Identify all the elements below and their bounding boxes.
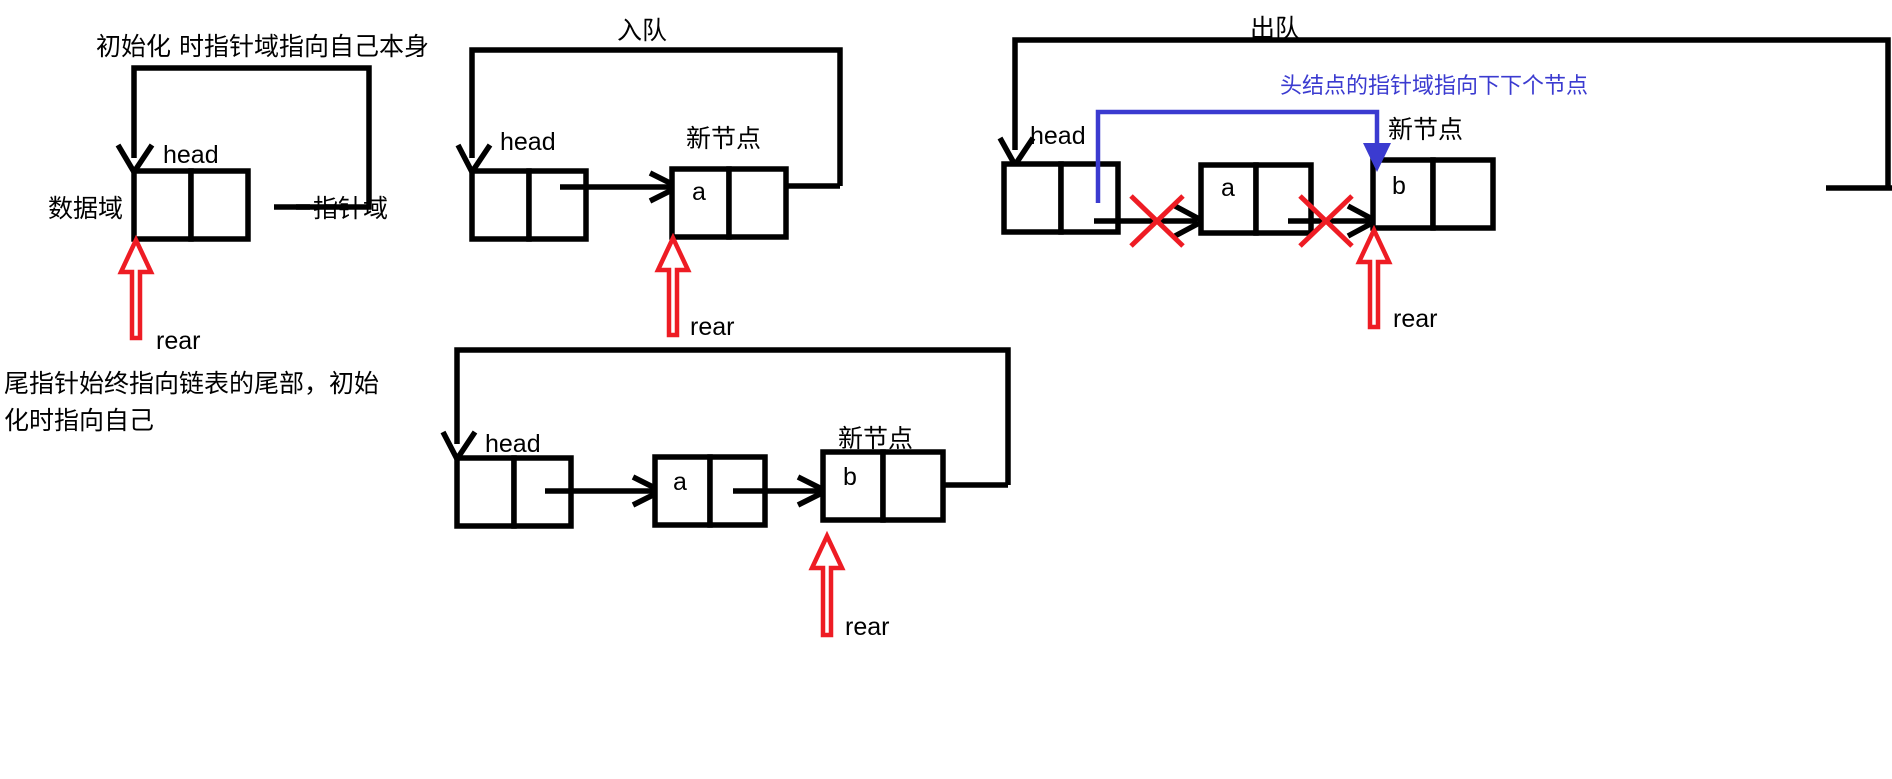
enq1-loop-path bbox=[469, 47, 843, 186]
init-self-loop-path bbox=[131, 65, 372, 210]
enq2-head-label: head bbox=[485, 430, 541, 458]
deq-head-pointer-cell bbox=[1058, 161, 1121, 235]
enq2-loop-arrowhead bbox=[440, 430, 478, 465]
init-head-label: head bbox=[163, 141, 219, 169]
enq2-node-b-pointer-cell bbox=[880, 449, 946, 523]
enq2-node-a-pointer-cell bbox=[707, 454, 768, 528]
enq1-link-head-a-arrowhead bbox=[648, 170, 685, 204]
enq1-rear-label: rear bbox=[690, 313, 735, 341]
enq1-loop-arrowhead bbox=[455, 143, 493, 178]
tail-pointer-note-line1: 尾指针始终指向链表的尾部，初始 bbox=[4, 369, 380, 398]
enq2-node-b-value: b bbox=[843, 463, 857, 491]
deq-blue-relink-path bbox=[1095, 109, 1380, 203]
panel-enqueue1-graphics bbox=[455, 47, 843, 338]
init-head-data-cell bbox=[131, 168, 194, 242]
deq-node-a-pointer-cell bbox=[1253, 162, 1314, 236]
dequeue-blue-annotation: 头结点的指针域指向下下个节点 bbox=[1280, 74, 1589, 99]
enq1-head-pointer-cell bbox=[526, 168, 589, 242]
enq2-head-data-cell bbox=[454, 455, 517, 529]
deq-head-label: head bbox=[1030, 122, 1086, 150]
deq-node-a-value: a bbox=[1221, 174, 1235, 202]
init-rear-label: rear bbox=[156, 327, 201, 355]
deq-new-node-label: 新节点 bbox=[1388, 115, 1464, 144]
deq-link-a-b-arrowhead bbox=[1346, 203, 1382, 239]
deq-rear-label: rear bbox=[1393, 305, 1438, 333]
enq2-link-a-b-arrowhead bbox=[796, 474, 833, 508]
init-rear-arrow bbox=[117, 234, 155, 341]
deq-cross-mark-1 bbox=[1129, 194, 1185, 248]
panel-dequeue-title: 出队 bbox=[1250, 14, 1301, 43]
enq1-head-data-cell bbox=[469, 168, 532, 242]
enq1-node-a-pointer-cell bbox=[726, 166, 789, 240]
enq2-link-head-a-arrowhead bbox=[631, 474, 668, 508]
tail-pointer-note-line2: 化时指向自己 bbox=[4, 406, 155, 435]
deq-node-b-pointer-cell bbox=[1430, 157, 1496, 231]
deq-head-data-cell bbox=[1001, 161, 1064, 235]
deq-rear-arrow bbox=[1355, 224, 1393, 330]
enq1-new-node-label: 新节点 bbox=[686, 124, 762, 153]
deq-link-head-a-arrowhead bbox=[1173, 203, 1209, 239]
enq2-loop-path bbox=[454, 347, 1011, 485]
enq2-new-node-label: 新节点 bbox=[838, 424, 914, 453]
enq2-head-pointer-cell bbox=[511, 455, 574, 529]
panel-init-title: 初始化 时指针域指向自己本身 bbox=[96, 32, 429, 61]
init-loop-arrowhead bbox=[115, 143, 155, 178]
deq-blue-relink-arrowhead bbox=[1363, 143, 1391, 172]
enq2-rear-arrow bbox=[808, 530, 846, 638]
deq-node-b-value: b bbox=[1392, 172, 1406, 200]
init-pointer-field-label: 指针域 bbox=[313, 194, 389, 223]
panel-enqueue-title: 入队 bbox=[617, 16, 668, 45]
enq1-node-a-value: a bbox=[692, 178, 706, 206]
enq1-head-label: head bbox=[500, 128, 556, 156]
enq2-rear-label: rear bbox=[845, 613, 890, 641]
enq2-node-a-value: a bbox=[673, 468, 687, 496]
enq1-rear-arrow bbox=[654, 232, 692, 338]
diagram-canvas: .ink { stroke:#000000; stroke-width:5.5;… bbox=[0, 0, 1892, 779]
init-data-field-label: 数据域 bbox=[48, 194, 124, 223]
deq-loop-arrowhead bbox=[997, 136, 1036, 171]
panel-enqueue2-graphics bbox=[440, 347, 1011, 638]
deq-cross-mark-2 bbox=[1298, 194, 1354, 248]
init-head-pointer-cell bbox=[188, 168, 251, 242]
